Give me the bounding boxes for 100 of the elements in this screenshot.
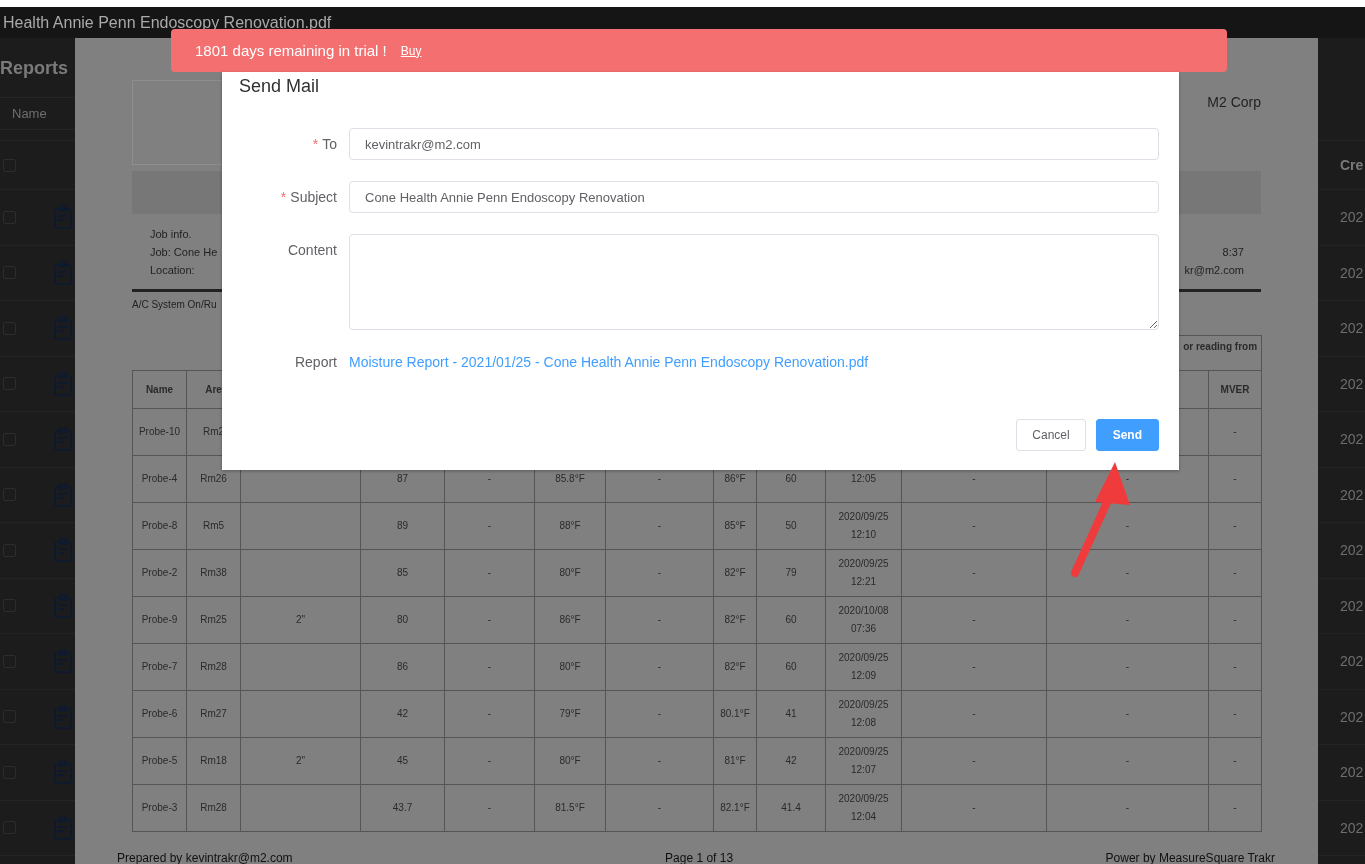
table-cell: 2" [240, 737, 361, 785]
table-cell: - [1208, 408, 1262, 456]
footer-text: Power by MeasureSquare Trakr [1105, 852, 1275, 864]
table-cell: - [1046, 596, 1209, 644]
table-cell: - [444, 596, 535, 644]
trial-message: 1801 days remaining in trial ! [195, 42, 387, 59]
table-cell: 41 [756, 690, 826, 738]
table-cell: 42 [360, 690, 445, 738]
table-cell: 85 [360, 549, 445, 597]
table-cell: Probe-6 [132, 690, 187, 738]
table-cell: 80°F [534, 549, 606, 597]
input-field[interactable]: kevintrakr@m2.com [349, 128, 1159, 160]
job-info-line: Job: Cone He [150, 245, 218, 260]
cancel-button[interactable]: Cancel [1016, 419, 1086, 451]
table-cell: - [1208, 737, 1262, 785]
table-cell: - [1046, 784, 1209, 832]
required-asterisk: * [312, 136, 319, 152]
table-cell: Rm38 [186, 549, 241, 597]
table-cell: 2020/09/25 12:10 [825, 502, 902, 550]
field-label: To [322, 136, 337, 152]
table-cell: 60 [756, 596, 826, 644]
table-cell: - [1208, 596, 1262, 644]
table-cell: - [901, 690, 1047, 738]
table-cell: Rm28 [186, 643, 241, 691]
field-label: Subject [290, 189, 337, 205]
table-cell: 82°F [713, 643, 757, 691]
table-cell: 42 [756, 737, 826, 785]
table-cell: 89 [360, 502, 445, 550]
table-cell: 2020/09/25 12:08 [825, 690, 902, 738]
table-cell: Rm25 [186, 596, 241, 644]
table-cell: 86 [360, 643, 445, 691]
footer-text: Prepared by kevintrakr@m2.com [117, 852, 293, 864]
table-cell: 80°F [534, 737, 606, 785]
table-cell: 202 [1340, 264, 1364, 281]
job-info-line: Job info. [150, 227, 193, 242]
table-cell: - [901, 502, 1047, 550]
table-cell: - [1046, 737, 1209, 785]
table-cell: 79°F [534, 690, 606, 738]
company-name: M2 Corp [1207, 94, 1261, 110]
dialog-title: Send Mail [239, 76, 320, 96]
table-cell: - [901, 549, 1047, 597]
table-cell: 86°F [534, 596, 606, 644]
table-cell: Probe-4 [132, 455, 187, 503]
table-cell: 202 [1340, 597, 1364, 614]
table-cell: 202 [1340, 764, 1364, 781]
page-number: Page 1 of 13 [665, 852, 734, 864]
table-header-cell: Name [132, 370, 187, 409]
table-cell: 45 [360, 737, 445, 785]
table-cell: 50 [756, 502, 826, 550]
section-note: A/C System On/Ru [132, 299, 217, 310]
table-cell: - [605, 502, 714, 550]
table-cell: - [1208, 690, 1262, 738]
job-info-line: 8:37 [1222, 245, 1244, 260]
table-cell: - [1046, 643, 1209, 691]
table-cell: 43.7 [360, 784, 445, 832]
table-cell: - [444, 502, 535, 550]
table-cell: 2020/09/25 12:04 [825, 784, 902, 832]
table-header-cell: MVER [1208, 370, 1262, 409]
table-cell: - [1046, 549, 1209, 597]
table-cell: 202 [1340, 209, 1364, 226]
table-cell: Probe-10 [132, 408, 187, 456]
table-cell: - [444, 549, 535, 597]
table-cell: 202 [1340, 542, 1364, 559]
table-cell: Rm28 [186, 784, 241, 832]
table-cell: Probe-8 [132, 502, 187, 550]
table-cell: 88°F [534, 502, 606, 550]
table-cell: 80°F [534, 643, 606, 691]
table-cell: 81.5°F [534, 784, 606, 832]
table-cell: 202 [1340, 375, 1364, 392]
job-info-line: kr@m2.com [1184, 263, 1244, 278]
table-cell: 80 [360, 596, 445, 644]
table-cell: 202 [1340, 431, 1364, 448]
table-cell: 79 [756, 549, 826, 597]
required-asterisk: * [280, 189, 287, 205]
table-cell: 82.1°F [713, 784, 757, 832]
table-cell: Rm5 [186, 502, 241, 550]
window-title: Health Annie Penn Endoscopy Renovation.pdf [3, 13, 332, 32]
table-cell: - [1208, 502, 1262, 550]
table-cell: 2020/09/25 12:21 [825, 549, 902, 597]
table-cell: 41.4 [756, 784, 826, 832]
input-field[interactable]: Cone Health Annie Penn Endoscopy Renovation [349, 181, 1159, 213]
field-label: Content [287, 242, 337, 258]
table-cell: 2020/09/25 12:07 [825, 737, 902, 785]
table-cell: 80.1°F [713, 690, 757, 738]
table-cell: - [605, 737, 714, 785]
table-cell: Probe-7 [132, 643, 187, 691]
table-cell: - [1208, 643, 1262, 691]
table-cell: 85°F [713, 502, 757, 550]
content-field[interactable] [349, 234, 1159, 330]
table-cell: - [901, 737, 1047, 785]
table-cell: 2020/10/08 07:36 [825, 596, 902, 644]
table-cell: - [444, 690, 535, 738]
table-cell: Probe-3 [132, 784, 187, 832]
table-cell: - [1046, 690, 1209, 738]
table-cell: - [901, 596, 1047, 644]
table-cell: - [605, 643, 714, 691]
table-cell: - [605, 784, 714, 832]
table-cell: 202 [1340, 653, 1364, 670]
table-cell: 60 [756, 643, 826, 691]
table-cell: Probe-2 [132, 549, 187, 597]
